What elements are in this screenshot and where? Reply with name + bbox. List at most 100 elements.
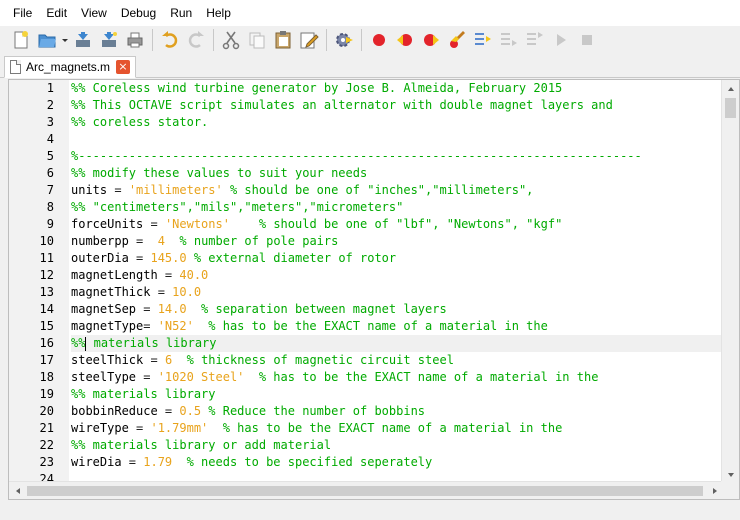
- code-token: =: [157, 285, 173, 299]
- previous-breakpoint-icon[interactable]: [392, 27, 418, 53]
- code-line[interactable]: 15 magnetType= 'N52' % has to be the EXAC…: [9, 318, 721, 335]
- code-text[interactable]: %% materials library: [71, 386, 721, 403]
- code-token: %% "centimeters","mils","meters","microm…: [71, 200, 404, 214]
- line-number: 9: [46, 217, 54, 231]
- code-line[interactable]: 9 forceUnits = 'Newtons' % should be one …: [9, 216, 721, 233]
- code-line[interactable]: 3 %% coreless stator.: [9, 114, 721, 131]
- save-icon[interactable]: [70, 27, 96, 53]
- code-text[interactable]: steelType = '1020 Steel' % has to be the…: [71, 369, 721, 386]
- code-line[interactable]: 4: [9, 131, 721, 148]
- menu-run[interactable]: Run: [163, 0, 199, 26]
- code-text[interactable]: %% This OCTAVE script simulates an alter…: [71, 97, 721, 114]
- step-out-icon[interactable]: [522, 27, 548, 53]
- toolbar-divider: [152, 29, 153, 51]
- code-line[interactable]: 5 %--------------------------------------…: [9, 148, 721, 165]
- code-line[interactable]: 10 numberpp = 4 % number of pole pairs: [9, 233, 721, 250]
- code-line[interactable]: 18 steelType = '1020 Steel' % has to be t…: [9, 369, 721, 386]
- code-text[interactable]: numberpp = 4 % number of pole pairs: [71, 233, 721, 250]
- menu-file[interactable]: File: [6, 0, 39, 26]
- code-token: =: [164, 404, 180, 418]
- code-text[interactable]: %---------------------------------------…: [71, 148, 721, 165]
- code-token: materials library: [86, 336, 217, 350]
- code-line[interactable]: 20 bobbinReduce = 0.5 % Reduce the number…: [9, 403, 721, 420]
- code-lines[interactable]: 1 %% Coreless wind turbine generator by J…: [9, 80, 721, 499]
- code-line[interactable]: 1 %% Coreless wind turbine generator by J…: [9, 80, 721, 97]
- menu-debug[interactable]: Debug: [114, 0, 163, 26]
- horizontal-scroll-thumb[interactable]: [27, 486, 703, 496]
- tab-arc-magnets[interactable]: Arc_magnets.m ×: [4, 56, 136, 78]
- code-text[interactable]: magnetType= 'N52' % has to be the EXACT …: [71, 318, 721, 335]
- copy-icon[interactable]: [244, 27, 270, 53]
- code-token: % should be one of "lbf", "Newtons", "kg…: [229, 217, 563, 231]
- close-icon[interactable]: ×: [116, 60, 130, 74]
- undo-icon[interactable]: [157, 27, 183, 53]
- step-icon[interactable]: [470, 27, 496, 53]
- code-line[interactable]: 6 %% modify these values to suit your nee…: [9, 165, 721, 182]
- code-text[interactable]: %% materials library or add material: [71, 437, 721, 454]
- edit-icon[interactable]: [296, 27, 322, 53]
- redo-icon[interactable]: [183, 27, 209, 53]
- code-token: %% This OCTAVE script simulates an alter…: [71, 98, 613, 112]
- code-token: %% modify these values to suit your need…: [71, 166, 368, 180]
- step-in-icon[interactable]: [496, 27, 522, 53]
- code-text[interactable]: %% "centimeters","mils","meters","microm…: [71, 199, 721, 216]
- scroll-up-icon[interactable]: [722, 80, 739, 97]
- code-text[interactable]: magnetThick = 10.0: [71, 284, 721, 301]
- line-number: 2: [46, 98, 54, 112]
- vertical-scroll-thumb[interactable]: [725, 98, 736, 118]
- code-line[interactable]: 14 magnetSep = 14.0 % separation between …: [9, 301, 721, 318]
- code-token: % has to be the EXACT name of a material…: [193, 319, 548, 333]
- line-number: 17: [39, 353, 54, 367]
- code-text[interactable]: wireType = '1.79mm' % has to be the EXAC…: [71, 420, 721, 437]
- code-line[interactable]: 13 magnetThick = 10.0: [9, 284, 721, 301]
- continue-icon[interactable]: [548, 27, 574, 53]
- code-line[interactable]: 11 outerDia = 145.0 % external diameter o…: [9, 250, 721, 267]
- code-line[interactable]: 17 steelThick = 6 % thickness of magnetic…: [9, 352, 721, 369]
- code-line[interactable]: 19 %% materials library: [9, 386, 721, 403]
- horizontal-scrollbar[interactable]: [9, 481, 723, 499]
- code-text[interactable]: %% coreless stator.: [71, 114, 721, 131]
- code-line[interactable]: 12 magnetLength = 40.0: [9, 267, 721, 284]
- new-file-icon[interactable]: [8, 27, 34, 53]
- chevron-down-icon[interactable]: [60, 27, 70, 53]
- menu-help[interactable]: Help: [199, 0, 238, 26]
- save-as-icon[interactable]: [96, 27, 122, 53]
- code-text[interactable]: steelThick = 6 % thickness of magnetic c…: [71, 352, 721, 369]
- line-number: 4: [46, 132, 54, 146]
- open-folder-icon[interactable]: [34, 27, 60, 53]
- code-line[interactable]: 22 %% materials library or add material: [9, 437, 721, 454]
- code-text[interactable]: units = 'millimeters' % should be one of…: [71, 182, 721, 199]
- code-token: '1.79mm': [150, 421, 209, 435]
- stop-icon[interactable]: [574, 27, 600, 53]
- paste-icon[interactable]: [270, 27, 296, 53]
- code-editor[interactable]: 1 %% Coreless wind turbine generator by J…: [8, 79, 740, 500]
- run-gear-icon[interactable]: [331, 27, 357, 53]
- code-line[interactable]: 23 wireDia = 1.79 % needs to be specified…: [9, 454, 721, 471]
- code-text[interactable]: %% Coreless wind turbine generator by Jo…: [71, 80, 721, 97]
- next-breakpoint-icon[interactable]: [418, 27, 444, 53]
- code-line[interactable]: 8 %% "centimeters","mils","meters","micro…: [9, 199, 721, 216]
- code-line[interactable]: 16%% materials library: [9, 335, 721, 352]
- scroll-left-icon[interactable]: [9, 482, 26, 499]
- code-text[interactable]: outerDia = 145.0 % external diameter of …: [71, 250, 721, 267]
- print-icon[interactable]: [122, 27, 148, 53]
- code-text[interactable]: %% modify these values to suit your need…: [71, 165, 721, 182]
- menu-edit[interactable]: Edit: [39, 0, 74, 26]
- code-text[interactable]: bobbinReduce = 0.5 % Reduce the number o…: [71, 403, 721, 420]
- vertical-scrollbar[interactable]: [721, 80, 739, 483]
- cut-icon[interactable]: [218, 27, 244, 53]
- code-text[interactable]: magnetSep = 14.0 % separation between ma…: [71, 301, 721, 318]
- tab-bar: Arc_magnets.m ×: [0, 54, 740, 78]
- code-line[interactable]: 7 units = 'millimeters' % should be one o…: [9, 182, 721, 199]
- code-text[interactable]: forceUnits = 'Newtons' % should be one o…: [71, 216, 721, 233]
- toggle-breakpoint-icon[interactable]: [366, 27, 392, 53]
- code-token: % number of pole pairs: [164, 234, 339, 248]
- clear-breakpoints-icon[interactable]: [444, 27, 470, 53]
- code-token: % should be one of "inches","millimeters…: [222, 183, 534, 197]
- menu-view[interactable]: View: [74, 0, 114, 26]
- code-line[interactable]: 2 %% This OCTAVE script simulates an alte…: [9, 97, 721, 114]
- code-text[interactable]: magnetLength = 40.0: [71, 267, 721, 284]
- code-line[interactable]: 21 wireType = '1.79mm' % has to be the EX…: [9, 420, 721, 437]
- code-text[interactable]: %% materials library: [71, 335, 721, 352]
- code-text[interactable]: wireDia = 1.79 % needs to be specified s…: [71, 454, 721, 471]
